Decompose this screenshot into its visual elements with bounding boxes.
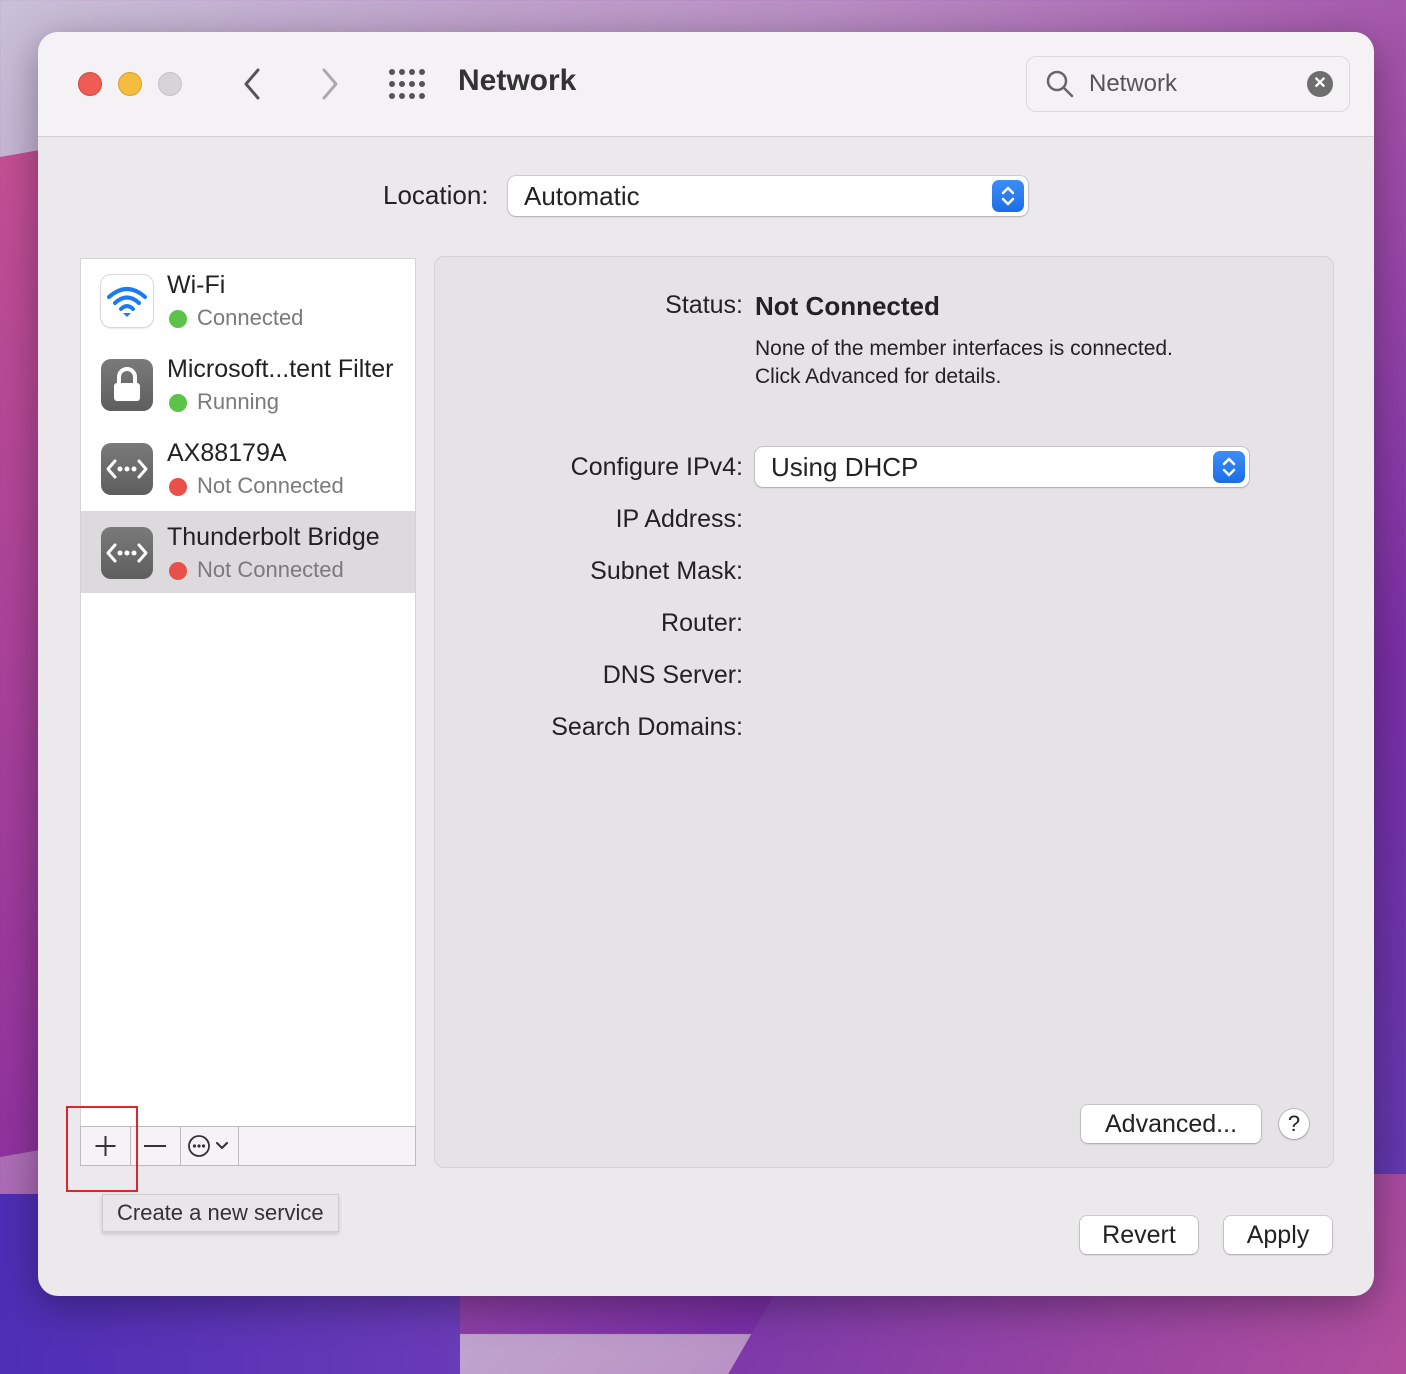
- status-description: None of the member interfaces is connect…: [755, 335, 1173, 391]
- advanced-button[interactable]: Advanced...: [1081, 1105, 1261, 1143]
- service-item-content-filter[interactable]: Microsoft...tent Filter Running: [81, 343, 415, 425]
- status-label: Status:: [665, 291, 743, 319]
- subnet-mask-label: Subnet Mask:: [590, 557, 743, 585]
- search-input[interactable]: Network: [1089, 70, 1177, 98]
- titlebar: Network Network ✕: [38, 32, 1374, 137]
- status-dot: [169, 478, 187, 496]
- service-actions-menu-button[interactable]: [180, 1127, 239, 1165]
- show-all-button[interactable]: [388, 66, 428, 102]
- service-item-ax88179a[interactable]: AX88179A Not Connected: [81, 427, 415, 509]
- location-label: Location:: [383, 180, 489, 210]
- status-dot: [169, 562, 187, 580]
- popup-stepper-icon: [1213, 451, 1245, 483]
- apply-button[interactable]: Apply: [1224, 1216, 1332, 1254]
- search-domains-label: Search Domains:: [551, 713, 743, 741]
- service-status: Running: [197, 389, 279, 414]
- dns-server-label: DNS Server:: [602, 661, 743, 689]
- service-item-wifi[interactable]: Wi-Fi Connected: [81, 259, 415, 341]
- ethernet-icon: [101, 527, 153, 579]
- network-window: Network Network ✕ Location: Automatic Wi…: [38, 32, 1374, 1296]
- service-name: AX88179A: [167, 439, 287, 467]
- configure-ipv4-value: Using DHCP: [771, 452, 919, 482]
- status-dot: [169, 310, 187, 328]
- status-description-line: None of the member interfaces is connect…: [755, 337, 1173, 360]
- status-value: Not Connected: [755, 291, 940, 321]
- location-value: Automatic: [524, 181, 640, 211]
- service-detail-pane: Status: Not Connected None of the member…: [434, 256, 1334, 1168]
- configure-ipv4-label: Configure IPv4:: [570, 453, 743, 481]
- back-button[interactable]: [236, 66, 272, 102]
- minimize-window-button[interactable]: [118, 72, 142, 96]
- chevron-right-icon: [322, 68, 338, 100]
- ip-address-label: IP Address:: [615, 505, 743, 533]
- tooltip: Create a new service: [102, 1194, 339, 1232]
- service-name: Microsoft...tent Filter: [167, 355, 394, 383]
- status-description-line: Click Advanced for details.: [755, 365, 1002, 388]
- ellipsis-circle-icon: [188, 1135, 228, 1157]
- router-label: Router:: [661, 609, 743, 637]
- service-status: Not Connected: [197, 557, 344, 582]
- popup-stepper-icon: [992, 180, 1024, 212]
- zoom-window-button[interactable]: [158, 72, 182, 96]
- close-window-button[interactable]: [78, 72, 102, 96]
- lock-icon: [101, 359, 153, 411]
- grid-icon: [389, 69, 425, 99]
- chevron-left-icon: [244, 68, 260, 100]
- highlight-annotation: [66, 1106, 138, 1192]
- service-name: Thunderbolt Bridge: [167, 523, 380, 551]
- search-field[interactable]: Network ✕: [1026, 56, 1350, 112]
- service-name: Wi-Fi: [167, 271, 226, 299]
- revert-button[interactable]: Revert: [1080, 1216, 1198, 1254]
- status-dot: [169, 394, 187, 412]
- clear-search-icon[interactable]: ✕: [1307, 71, 1333, 97]
- ethernet-icon: [101, 443, 153, 495]
- configure-ipv4-popup[interactable]: Using DHCP: [755, 447, 1249, 487]
- service-status: Not Connected: [197, 473, 344, 498]
- service-list: Wi-Fi Connected Microsoft...tent Filter …: [80, 258, 416, 1166]
- forward-button[interactable]: [310, 66, 346, 102]
- window-title: Network: [458, 64, 577, 97]
- location-popup[interactable]: Automatic: [508, 176, 1028, 216]
- service-item-thunderbolt-bridge[interactable]: Thunderbolt Bridge Not Connected: [81, 511, 415, 593]
- wifi-icon: [101, 275, 153, 327]
- help-button[interactable]: ?: [1279, 1109, 1309, 1139]
- service-status: Connected: [197, 305, 304, 330]
- search-icon: [1046, 70, 1074, 98]
